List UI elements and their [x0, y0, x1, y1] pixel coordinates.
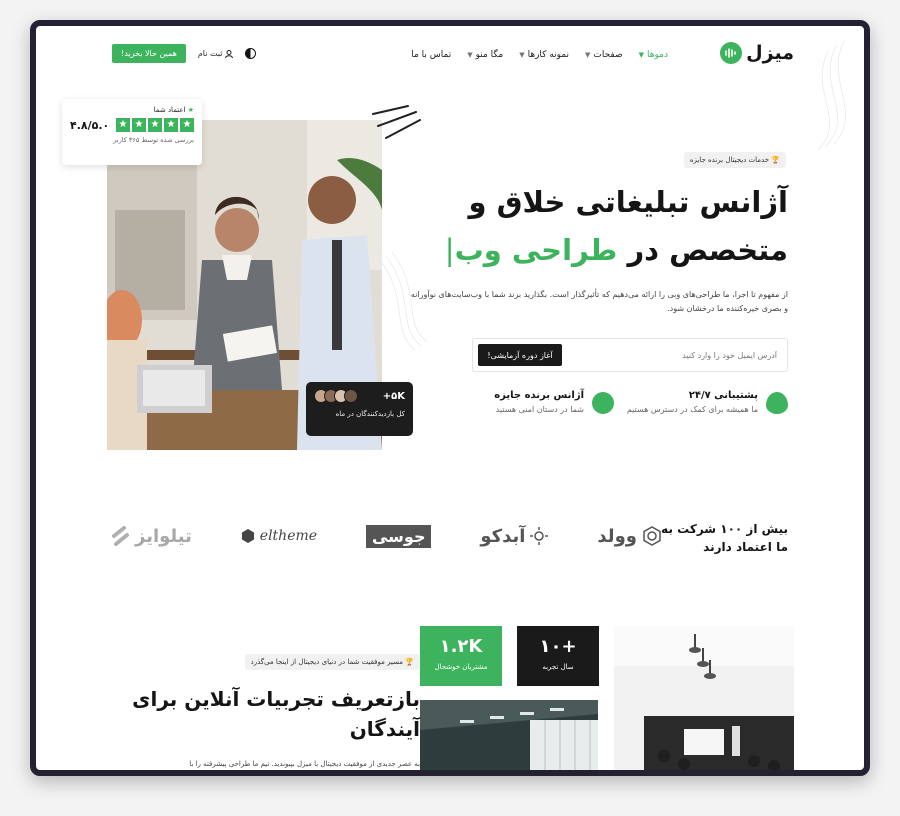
section2-badge-label: مسیر موفقیت شما در دنیای دیجیتال از اینج… [250, 658, 404, 666]
start-trial-button[interactable]: آغاز دوره آزمایشی! [478, 344, 562, 366]
email-input[interactable] [597, 347, 777, 363]
award-icon [592, 392, 614, 414]
tilwise-logo-icon [112, 526, 129, 546]
stat-value: +۱۰ [539, 636, 577, 657]
client-logo-vold: وولد [597, 526, 662, 547]
office-corridor-image [420, 700, 598, 770]
rating-label: ★ اعتماد شما [70, 106, 194, 114]
client-logo-eltheme: eltheme [241, 528, 317, 544]
hero-description: از مفهوم تا اجرا، ما طراحی‌های وبی را ار… [410, 290, 788, 313]
client-logo-label: eltheme [259, 528, 318, 544]
main-nav: دموها ▼ صفحات ▼ نمونه کارها ▼ مگا منو ▼ تماس… [411, 50, 668, 60]
support-leaf-icon [766, 392, 788, 414]
feature-subtitle: ما همیشه برای کمک در دسترس هستیم [626, 405, 758, 414]
star-icon: ★ [148, 118, 162, 132]
nav-item-portfolio[interactable]: نمونه کارها ▼ [519, 50, 569, 60]
chevron-down-icon: ▼ [638, 51, 645, 59]
section2-badge: 🏆 مسیر موفقیت شما در دنیای دیجیتال از ای… [244, 654, 420, 670]
chevron-down-icon: ▼ [585, 51, 591, 59]
stat-label: مشتریان خوشحال [434, 663, 488, 671]
client-logo-label: وولد [597, 525, 637, 547]
signup-label: ثبت نام [197, 49, 223, 58]
hero-title-line1: آژانس تبلیغاتی خلاق و [468, 185, 788, 219]
section2-title: بازتعریف تجربیات آنلاین برای آیندگان [132, 687, 420, 741]
visitors-card: +۵K کل بازدیدکنندگان در ماه [306, 382, 413, 436]
client-logo-joosy: جوسی [365, 524, 432, 548]
star-icon: ★ [187, 106, 194, 114]
stat-years-experience: +۱۰ سال تجربه [517, 626, 599, 686]
typing-caret: | [444, 233, 455, 267]
chevron-down-icon: ▼ [467, 51, 473, 59]
buy-now-button[interactable]: همین حالا بخرید! [112, 44, 186, 63]
site-header: میزل دموها ▼ صفحات ▼ نمونه کارها ▼ مگا منو ▼… [36, 26, 864, 86]
soundwave-logo-icon [720, 42, 743, 64]
nav-item-label: نمونه کارها [527, 50, 570, 60]
nav-item-pages[interactable]: صفحات ▼ [585, 50, 623, 60]
stat-happy-clients: ۱.۲K مشتریان خوشحال [420, 626, 502, 686]
chevron-down-icon: ▼ [519, 51, 525, 59]
hero-title-line2: متخصص در طراحی وب| [445, 226, 788, 274]
brand-logo[interactable]: میزل [720, 42, 794, 64]
user-icon [225, 49, 234, 58]
trust-title: بیش از ۱۰۰ شرکت به ما اعتماد دارند [661, 522, 788, 554]
star-icon: ★ [180, 118, 194, 132]
client-logos: تیلوایز eltheme جوسی آبدکو وولد [110, 516, 662, 556]
conference-room-image [614, 626, 794, 770]
rating-note: بررسی شده توسط ۳۶۵ کاربر [113, 136, 194, 144]
browser-frame: میزل دموها ▼ صفحات ▼ نمونه کارها ▼ مگا منو ▼… [30, 20, 870, 776]
rating-stars: ★ ★ ★ ★ ★ [116, 118, 194, 132]
feature-title: آژانس برنده جایزه [494, 390, 584, 401]
client-logo-label: جوسی [371, 526, 426, 546]
hero-title-prefix: متخصص در [627, 233, 788, 267]
visitors-top: +۵K [314, 389, 405, 403]
nav-item-label: صفحات [593, 50, 623, 60]
nav-item-contact[interactable]: تماس با ما [411, 50, 451, 60]
joosy-logo-icon: جوسی [365, 524, 432, 548]
nav-item-label: مگا منو [475, 50, 504, 60]
sun-logo-icon [530, 527, 549, 545]
theme-toggle-icon[interactable] [245, 48, 257, 59]
client-logo-label: تیلوایز [135, 525, 192, 547]
avatar-group [314, 389, 358, 403]
client-logo-label: آبدکو [480, 525, 526, 547]
hero-title-highlight: طراحی وب [454, 233, 618, 267]
page: میزل دموها ▼ صفحات ▼ نمونه کارها ▼ مگا منو ▼… [36, 26, 864, 770]
brand-name: میزل [746, 42, 794, 64]
client-logo-abdeco: آبدکو [480, 525, 549, 547]
rating-row: ۴.۸/۵.۰ ★ ★ ★ ★ ★ [70, 118, 194, 132]
rating-label-text: اعتماد شما [153, 106, 186, 114]
section2-description: به عصر جدیدی از موفقیت دیجیتال با میزل ب… [189, 760, 420, 768]
signup-form: آغاز دوره آزمایشی! [472, 338, 788, 372]
hero-badge-label: خدمات دیجیتال برنده جایزه [689, 156, 770, 164]
feature-support: پشتیبانی ۲۴/۷ ما همیشه برای کمک در دسترس… [627, 390, 788, 414]
nav-item-label: دموها [647, 50, 668, 60]
nav-item-label: تماس با ما [411, 50, 452, 60]
hero-badge: 🏆 خدمات دیجیتال برنده جایزه [683, 152, 786, 168]
avatar [344, 389, 358, 403]
header-actions: همین حالا بخرید! ثبت نام [112, 44, 257, 63]
nav-item-demos[interactable]: دموها ▼ [639, 50, 668, 60]
eltheme-logo-icon [241, 529, 254, 543]
conference-photo [614, 626, 794, 770]
visitors-count: +۵K [382, 390, 405, 402]
signup-link[interactable]: ثبت نام [198, 49, 234, 58]
star-icon: ★ [116, 118, 130, 132]
hero-title: آژانس تبلیغاتی خلاق و متخصص در طراحی وب| [445, 178, 788, 274]
office-corridor-photo [420, 700, 598, 770]
star-icon: ★ [164, 118, 178, 132]
feature-subtitle: شما در دستان امنی هستید [495, 405, 584, 414]
visitors-label: کل بازدیدکنندگان در ماه [335, 410, 405, 418]
scribble-decoration [372, 105, 421, 139]
hexagon-logo-icon [643, 526, 661, 546]
feature-award: آژانس برنده جایزه شما در دستان امنی هستی… [494, 390, 614, 414]
client-logo-tilwise: تیلوایز [110, 526, 192, 547]
feature-title: پشتیبانی ۲۴/۷ [688, 390, 758, 401]
star-icon: ★ [132, 118, 146, 132]
stat-value: ۱.۲K [439, 636, 483, 657]
rating-card: ★ اعتماد شما ۴.۸/۵.۰ ★ ★ ★ ★ ★ بررسی شده… [62, 99, 202, 165]
stat-label: سال تجربه [542, 663, 574, 671]
nav-item-mega-menu[interactable]: مگا منو ▼ [467, 50, 503, 60]
rating-value: ۴.۸/۵.۰ [70, 118, 110, 132]
